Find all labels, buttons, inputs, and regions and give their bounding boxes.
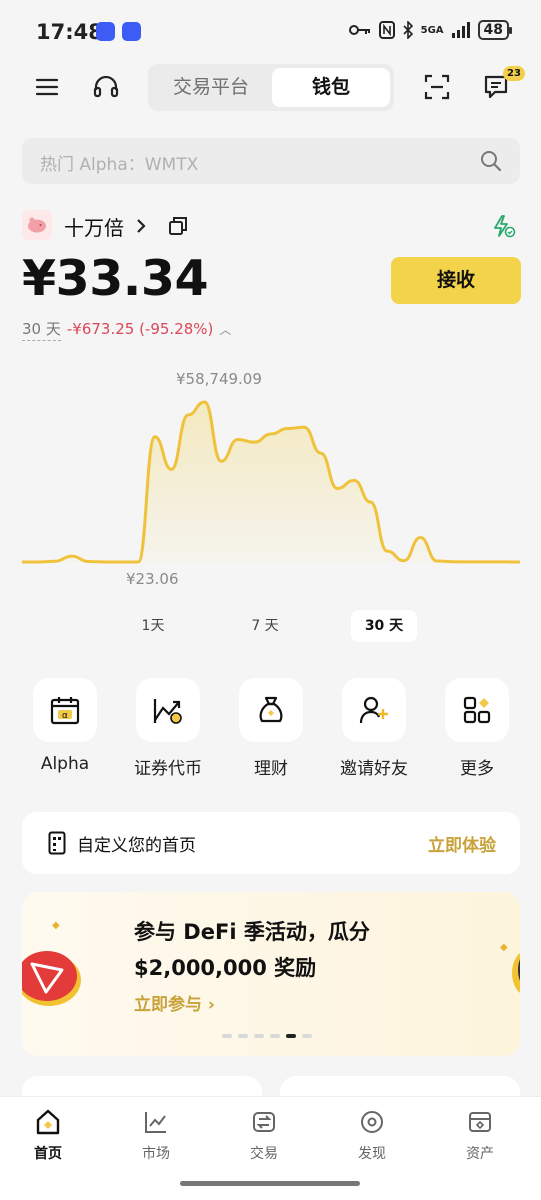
sparkle-icon: ◆ bbox=[500, 942, 508, 953]
tab-home[interactable]: 首页 bbox=[8, 1107, 88, 1163]
nfc-icon bbox=[378, 21, 395, 39]
app-notification-icon bbox=[96, 22, 115, 41]
quick-stock-tokens[interactable]: 证券代币 bbox=[118, 678, 218, 779]
pig-avatar-icon bbox=[22, 210, 52, 240]
chart-max-label: ¥58,749.09 bbox=[176, 370, 262, 388]
chevron-right-icon[interactable] bbox=[136, 218, 146, 234]
receive-button[interactable]: 接收 bbox=[391, 257, 521, 304]
status-indicators: 5GA 48 bbox=[348, 20, 513, 40]
customize-home-link[interactable]: 立即体验 bbox=[428, 831, 496, 856]
promo-title-line2: $2,000,000 奖励 bbox=[134, 956, 317, 980]
tab-wallet[interactable]: 钱包 bbox=[272, 68, 390, 107]
flash-check-icon[interactable] bbox=[492, 214, 516, 238]
range-7d[interactable]: 7 天 bbox=[234, 610, 296, 642]
messages-badge: 23 bbox=[503, 66, 525, 81]
quick-actions: α Alpha 证券代币 理财 邀请好友 更多 bbox=[0, 678, 541, 788]
promo-banner[interactable]: ◆ 参与 DeFi 季活动，瓜分 $2,000,000 奖励 立即参与 › ◆ bbox=[22, 892, 520, 1056]
more-grid-icon bbox=[463, 696, 491, 724]
home-icon bbox=[36, 1109, 60, 1135]
key-icon bbox=[348, 25, 370, 35]
coin-edge-icon bbox=[512, 953, 520, 993]
pnl-change: -¥673.25 (-95.28%) bbox=[66, 320, 214, 338]
tron-coin-icon bbox=[22, 951, 81, 1006]
tab-trade[interactable]: 交易 bbox=[224, 1107, 304, 1163]
tab-exchange[interactable]: 交易平台 bbox=[152, 68, 270, 107]
stock-chart-icon bbox=[153, 699, 182, 724]
app-notification-icon bbox=[122, 22, 141, 41]
range-selector: 1天 7 天 30 天 bbox=[0, 610, 541, 644]
battery-indicator: 48 bbox=[477, 20, 513, 40]
wallet-icon bbox=[469, 1112, 491, 1132]
headset-support-icon[interactable] bbox=[92, 73, 120, 101]
svg-text:α: α bbox=[62, 711, 68, 721]
promo-title-line1: 参与 DeFi 季活动，瓜分 bbox=[134, 920, 370, 944]
wallet-account-row: 十万倍 bbox=[22, 208, 520, 244]
range-30d[interactable]: 30 天 bbox=[351, 610, 417, 642]
pnl-period: 30 天 bbox=[22, 320, 61, 341]
balance-chart-svg bbox=[21, 400, 521, 564]
bluetooth-icon bbox=[403, 21, 413, 39]
trade-swap-icon bbox=[253, 1112, 275, 1132]
chart-area bbox=[22, 402, 520, 562]
quick-invite[interactable]: 邀请好友 bbox=[324, 678, 424, 779]
tab-discover[interactable]: 发现 bbox=[332, 1107, 412, 1163]
carousel-dots bbox=[222, 1034, 312, 1038]
money-bag-icon bbox=[259, 696, 283, 723]
quick-earn[interactable]: 理财 bbox=[221, 678, 321, 779]
caret-up-icon: ︿ bbox=[219, 323, 232, 337]
pnl-row[interactable]: 30 天 -¥673.25 (-95.28%) ︿ bbox=[22, 318, 232, 341]
range-1d[interactable]: 1天 bbox=[122, 610, 184, 642]
home-indicator bbox=[180, 1181, 360, 1186]
search-icon bbox=[481, 151, 502, 172]
sparkle-icon: ◆ bbox=[52, 920, 60, 931]
scan-icon[interactable] bbox=[423, 73, 451, 101]
customize-home-text: 自定义您的首页 bbox=[77, 836, 196, 856]
tab-assets[interactable]: 资产 bbox=[440, 1107, 520, 1163]
network-label: 5GA bbox=[420, 24, 444, 36]
top-nav: 交易平台 钱包 23 bbox=[0, 64, 541, 112]
search-placeholder: 热门 Alpha：WMTX bbox=[40, 155, 199, 175]
alpha-calendar-icon: α bbox=[50, 697, 80, 725]
wallet-name[interactable]: 十万倍 bbox=[64, 212, 124, 241]
status-bar: 17:48 5GA 48 bbox=[0, 0, 541, 64]
chart-min-label: ¥23.06 bbox=[126, 570, 179, 588]
signal-icon bbox=[451, 22, 470, 38]
layout-icon bbox=[48, 831, 66, 855]
tab-market[interactable]: 市场 bbox=[116, 1107, 196, 1163]
promo-join-link[interactable]: 立即参与 › bbox=[134, 990, 215, 1015]
search-bar[interactable]: 热门 Alpha：WMTX bbox=[22, 138, 520, 184]
compass-icon bbox=[361, 1111, 383, 1133]
wallet-balance: ¥33.34 bbox=[22, 250, 209, 307]
customize-home-card[interactable]: 自定义您的首页 立即体验 bbox=[22, 812, 520, 874]
menu-icon[interactable] bbox=[34, 74, 60, 100]
status-time: 17:48 bbox=[36, 20, 103, 44]
balance-chart[interactable]: ¥58,749.09 ¥23.06 bbox=[0, 360, 541, 600]
invite-user-icon bbox=[359, 696, 388, 724]
copy-icon[interactable] bbox=[168, 216, 188, 236]
quick-more[interactable]: 更多 bbox=[427, 678, 527, 779]
market-chart-icon bbox=[145, 1112, 166, 1133]
quick-alpha[interactable]: α Alpha bbox=[15, 678, 115, 774]
platform-switch: 交易平台 钱包 bbox=[148, 64, 394, 111]
promo-title: 参与 DeFi 季活动，瓜分 $2,000,000 奖励 bbox=[134, 914, 370, 986]
